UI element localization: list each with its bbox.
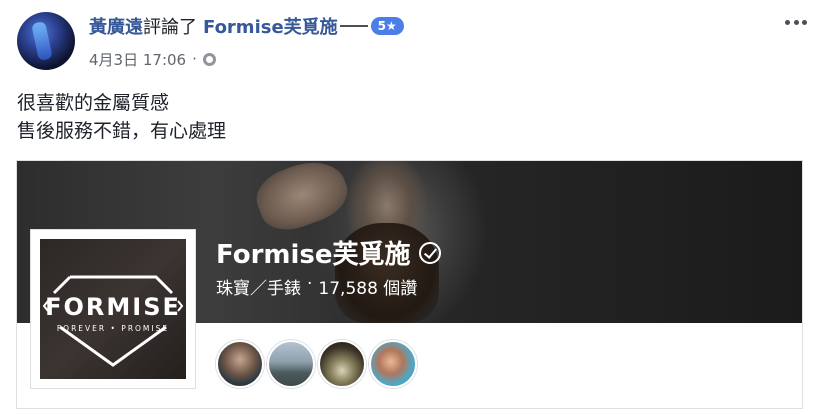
page-subtitle: 珠寶／手錶 · 17,588 個讚 [216, 274, 417, 299]
more-dot [793, 19, 799, 25]
friend-avatars [216, 340, 420, 388]
author-avatar[interactable] [17, 12, 75, 70]
friend-avatar[interactable] [216, 340, 264, 388]
friend-avatar[interactable] [267, 340, 315, 388]
formise-logo: FORMISE FOREVER • PROMISE [40, 239, 186, 379]
more-dot [785, 19, 790, 25]
review-post: 黃廣遠 評論了 Formise芙覓施 5★ 4月3日 17:06 · 很喜歡的金… [0, 0, 817, 414]
page-title-text[interactable]: Formise芙覓施 [216, 234, 411, 271]
author-name-link[interactable]: 黃廣遠 [89, 13, 143, 39]
post-text: 很喜歡的金屬質感 售後服務不錯，有心處理 [17, 89, 226, 145]
post-meta: 4月3日 17:06 · [89, 49, 216, 69]
rating-badge[interactable]: 5★ [370, 17, 404, 35]
rating-dash-divider [339, 25, 368, 27]
page-name-link[interactable]: Formise芙覓施 [203, 13, 338, 39]
meta-separator: · [192, 50, 197, 68]
page-profile-picture[interactable]: FORMISE FOREVER • PROMISE [30, 229, 196, 389]
logo-diamond-icon: FORMISE FOREVER • PROMISE [42, 275, 184, 367]
post-timestamp[interactable]: 4月3日 17:06 [89, 49, 186, 70]
logo-wordmark: FORMISE [45, 293, 181, 321]
post-text-line: 售後服務不錯，有心處理 [17, 120, 227, 142]
more-dot [802, 19, 807, 25]
more-options-icon[interactable] [785, 16, 807, 28]
logo-tagline: FOREVER • PROMISE [57, 324, 169, 333]
page-category[interactable]: 珠寶／手錶 [216, 274, 301, 299]
subtitle-separator: · [307, 274, 313, 294]
page-likes[interactable]: 17,588 個讚 [318, 274, 417, 299]
globe-icon[interactable] [202, 52, 216, 66]
page-title[interactable]: Formise芙覓施 [216, 234, 441, 271]
page-card[interactable]: FORMISE FOREVER • PROMISE Formise芙覓施 珠寶／… [16, 160, 803, 409]
post-header: 黃廣遠 評論了 Formise芙覓施 5★ [89, 14, 404, 38]
verified-check-icon [418, 241, 441, 264]
action-text: 評論了 [143, 17, 197, 38]
friend-avatar[interactable] [369, 340, 417, 388]
friend-avatar[interactable] [318, 340, 366, 388]
post-text-line: 很喜歡的金屬質感 [17, 92, 170, 114]
